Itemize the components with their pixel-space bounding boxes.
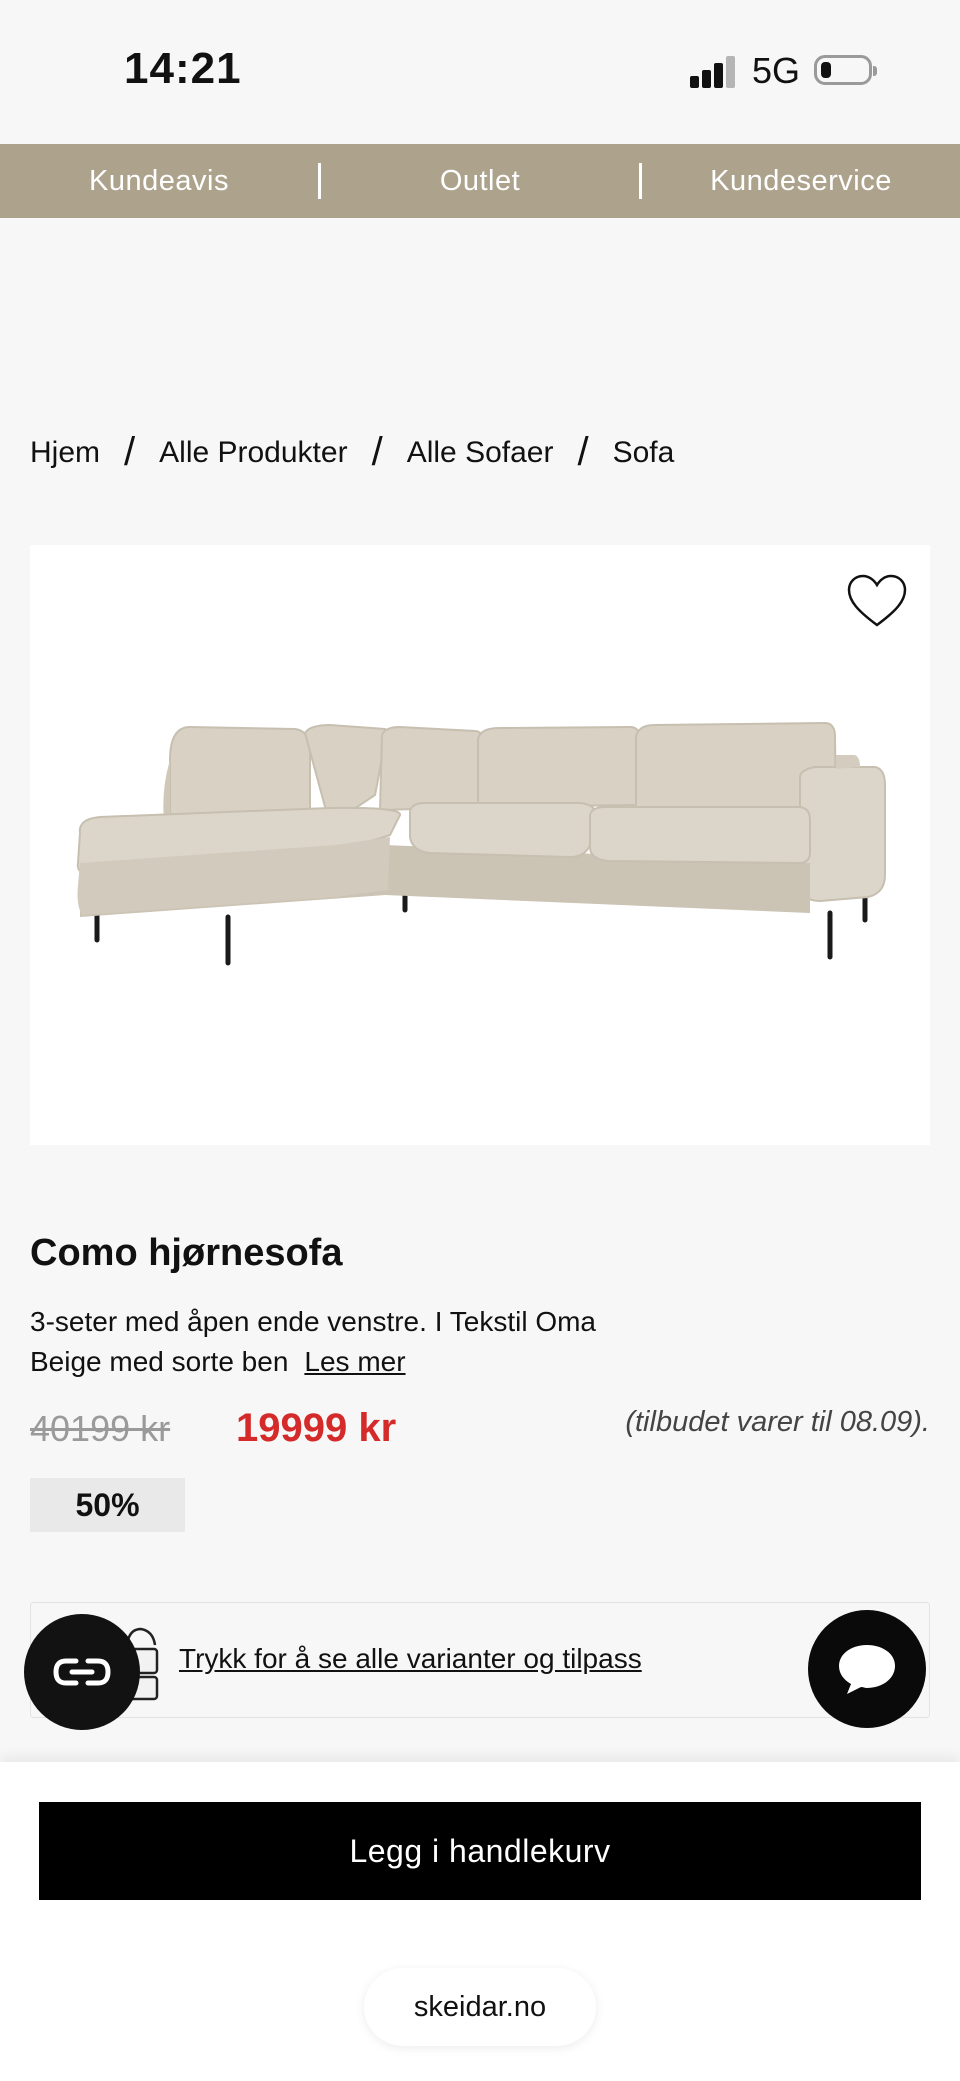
breadcrumb-separator: / [577,430,589,474]
breadcrumb-separator: / [371,430,383,474]
description-line-2: Beige med sorte ben Les mer [30,1342,910,1382]
breadcrumb-separator: / [124,430,136,474]
description-line-1: 3-seter med åpen ende venstre. I Tekstil… [30,1306,596,1337]
sofa-image [76,721,886,966]
product-title: Como hjørnesofa [30,1232,343,1274]
heart-outline-icon[interactable] [846,573,908,629]
co-badge-icon[interactable] [24,1614,140,1730]
product-image[interactable] [30,545,930,1145]
variants-panel[interactable]: Trykk for å se alle varianter og tilpass [30,1602,930,1718]
cellular-signal-icon [690,56,736,88]
nav-item-kundeservice[interactable]: Kundeservice [642,144,960,218]
sale-price: 19999 kr [236,1406,397,1450]
bottom-panel: Legg i handlekurv skeidar.no [0,1762,960,2081]
breadcrumb-link-all-sofas[interactable]: Alle Sofaer [407,436,554,470]
breadcrumb: Hjem / Alle Produkter / Alle Sofaer / So… [30,430,674,475]
old-price: 40199 kr [30,1408,171,1449]
status-bar: 14:21 5G [0,0,960,144]
variants-link[interactable]: Trykk for å se alle varianter og tilpass [179,1643,642,1675]
chat-bubble-icon[interactable] [808,1610,926,1728]
top-navigation: Kundeavis Outlet Kundeservice [0,144,960,218]
discount-badge: 50% [30,1478,185,1532]
nav-item-outlet[interactable]: Outlet [321,144,639,218]
breadcrumb-link-home[interactable]: Hjem [30,436,100,470]
read-more-link[interactable]: Les mer [304,1346,405,1377]
breadcrumb-current-sofa[interactable]: Sofa [613,436,675,470]
battery-low-icon [814,55,877,85]
status-time: 14:21 [124,44,242,93]
breadcrumb-link-all-products[interactable]: Alle Produkter [159,436,347,470]
add-to-cart-button[interactable]: Legg i handlekurv [39,1802,921,1900]
nav-item-kundeavis[interactable]: Kundeavis [0,144,318,218]
browser-address-pill[interactable]: skeidar.no [364,1968,596,2046]
network-label: 5G [752,50,801,91]
product-description: 3-seter med åpen ende venstre. I Tekstil… [30,1302,910,1382]
offer-expiry-note: (tilbudet varer til 08.09). [625,1406,930,1438]
description-text: Beige med sorte ben [30,1346,289,1377]
